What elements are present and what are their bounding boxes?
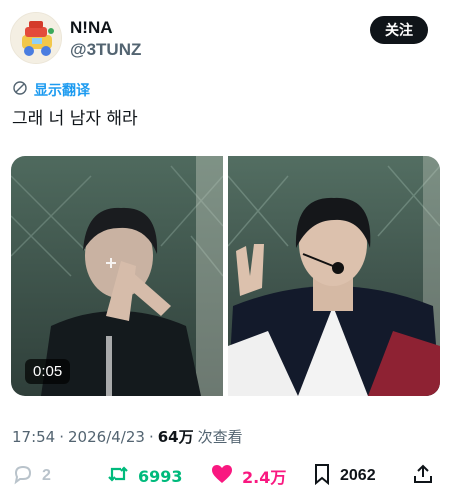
heart-icon bbox=[210, 463, 234, 489]
reply-count: 2 bbox=[42, 467, 51, 484]
photo-image bbox=[228, 156, 440, 396]
tweet-time: 17:54 bbox=[12, 428, 56, 446]
view-count-label: 次查看 bbox=[197, 428, 243, 446]
tweet-date: 2026/4/23 bbox=[68, 428, 145, 446]
reply-icon bbox=[12, 463, 34, 490]
meta-separator: · bbox=[148, 428, 154, 446]
tweet-text: 그래 너 남자 해라 bbox=[12, 109, 138, 129]
share-button[interactable] bbox=[412, 458, 434, 494]
tweet-meta: 17:54 · 2026/4/23 · 64万 次查看 bbox=[12, 426, 243, 447]
retweet-count: 6993 bbox=[138, 466, 183, 486]
translate-label: 显示翻译 bbox=[34, 83, 90, 99]
bookmark-button[interactable]: 2062 bbox=[312, 458, 376, 494]
retweet-icon bbox=[106, 463, 130, 489]
follow-button[interactable]: 关注 bbox=[370, 16, 428, 44]
video-thumbnail[interactable]: 0:05 bbox=[11, 156, 223, 396]
reply-button[interactable]: 2 bbox=[12, 458, 51, 494]
share-icon bbox=[412, 463, 434, 490]
like-button[interactable]: 2.4万 bbox=[210, 458, 286, 494]
show-translation-link[interactable]: 显示翻译 bbox=[12, 80, 90, 100]
photo-thumbnail[interactable] bbox=[228, 156, 440, 396]
avatar-image bbox=[11, 13, 61, 63]
meta-separator: · bbox=[59, 428, 65, 446]
bookmark-count: 2062 bbox=[340, 467, 376, 484]
avatar[interactable] bbox=[10, 12, 62, 64]
tweet-header: N!NA @3TUNZ 关注 bbox=[10, 12, 440, 68]
like-count: 2.4万 bbox=[242, 468, 287, 487]
video-duration-badge: 0:05 bbox=[25, 359, 71, 384]
action-bar: 2 6993 2.4万 2062 bbox=[0, 458, 450, 494]
display-name[interactable]: N!NA bbox=[70, 18, 113, 38]
user-handle[interactable]: @3TUNZ bbox=[70, 40, 141, 60]
translate-icon bbox=[12, 80, 28, 101]
view-count: 64万 bbox=[157, 428, 194, 446]
bookmark-icon bbox=[312, 463, 332, 490]
retweet-button[interactable]: 6993 bbox=[106, 458, 183, 494]
